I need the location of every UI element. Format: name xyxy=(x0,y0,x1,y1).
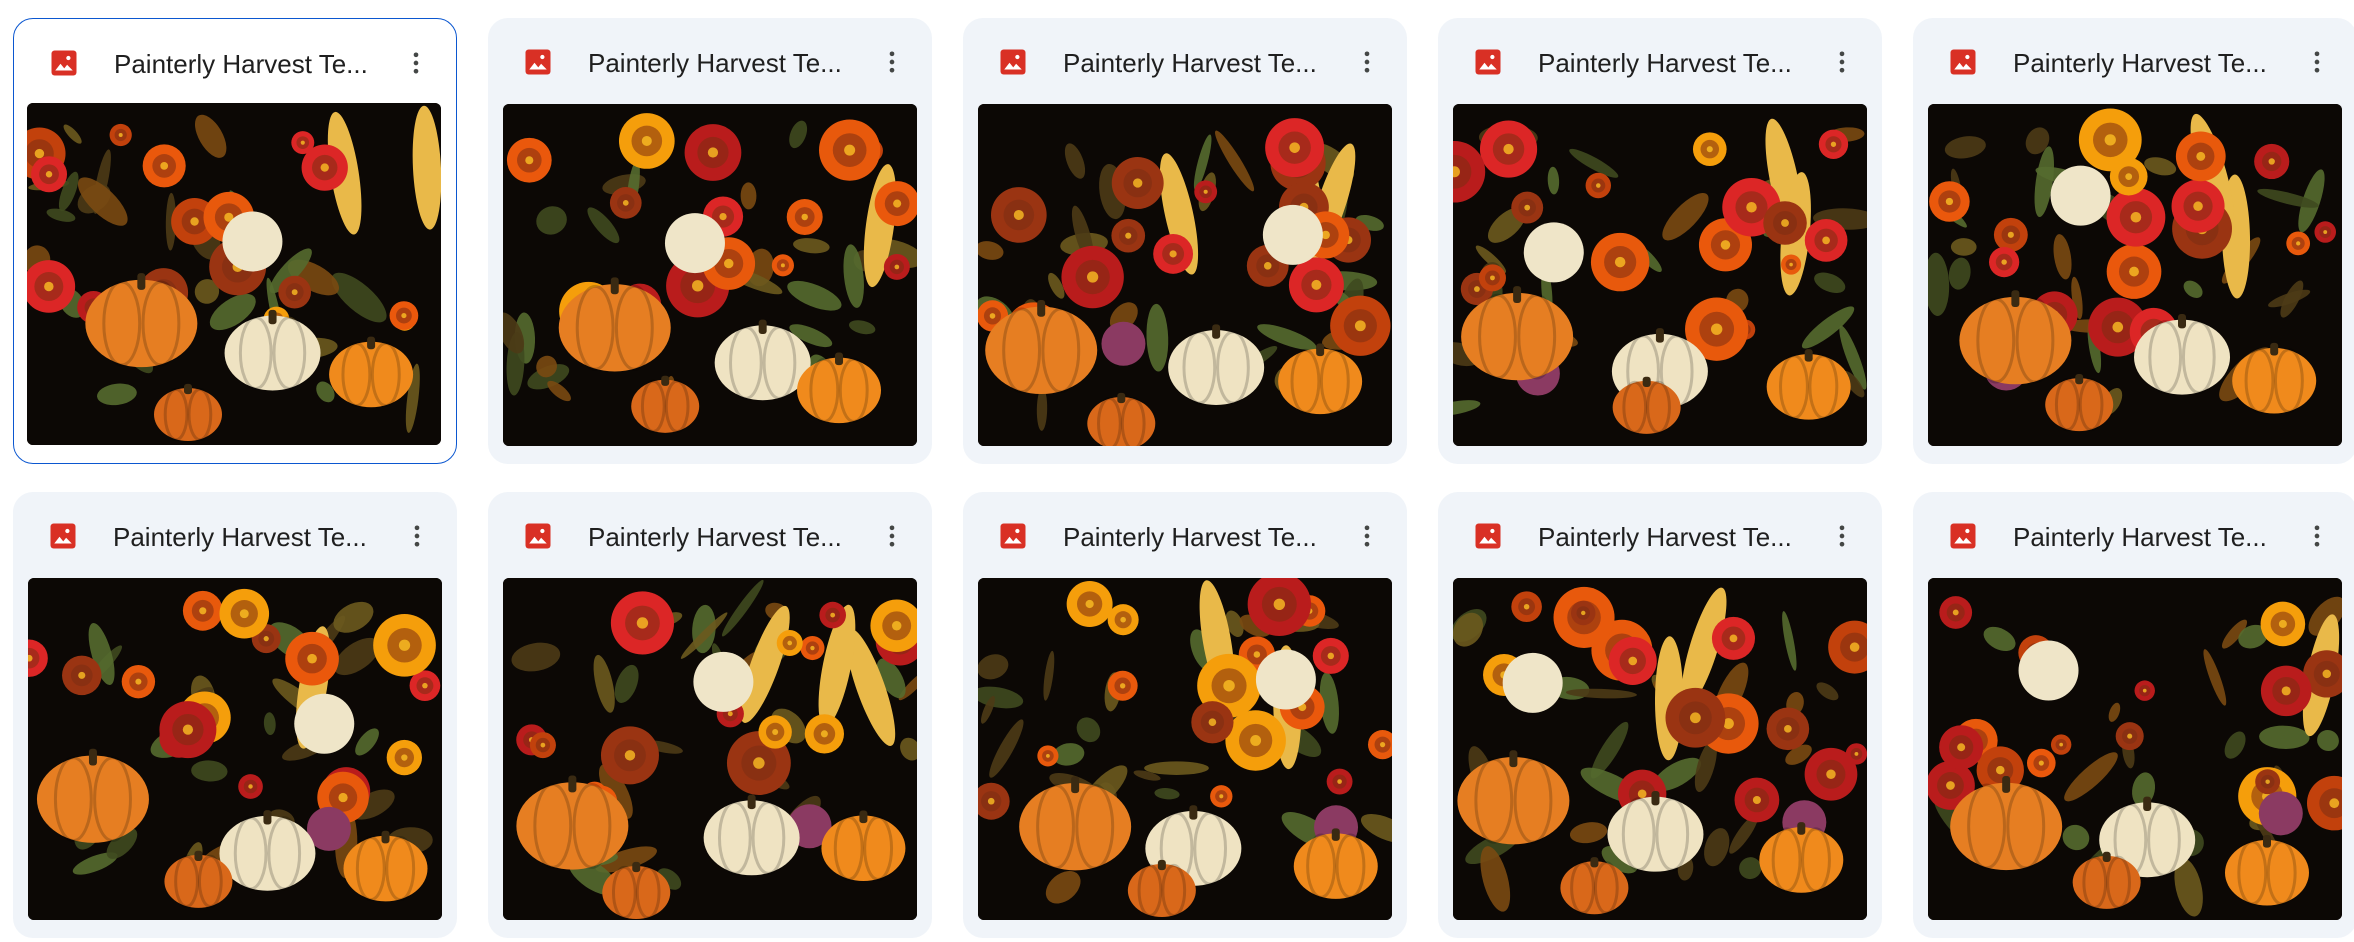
file-card-header: Painterly Harvest Te... xyxy=(1438,18,1882,106)
file-title[interactable]: Painterly Harvest Te... xyxy=(2013,46,2283,80)
more-actions-button[interactable] xyxy=(2295,40,2339,84)
file-title[interactable]: Painterly Harvest Te... xyxy=(2013,520,2283,554)
file-card[interactable]: Painterly Harvest Te... xyxy=(13,492,457,938)
more-vert-icon xyxy=(413,52,419,74)
file-card[interactable]: Painterly Harvest Te... xyxy=(13,18,457,464)
image-file-icon xyxy=(1000,523,1026,549)
file-card-header: Painterly Harvest Te... xyxy=(1438,492,1882,580)
more-vert-icon xyxy=(1364,525,1370,547)
file-title[interactable]: Painterly Harvest Te... xyxy=(1063,520,1333,554)
file-title[interactable]: Painterly Harvest Te... xyxy=(1538,46,1808,80)
file-card[interactable]: Painterly Harvest Te... xyxy=(488,18,932,464)
file-card[interactable]: Painterly Harvest Te... xyxy=(1913,492,2354,938)
more-actions-button[interactable] xyxy=(1820,514,1864,558)
thumbnail-artwork xyxy=(1928,578,2342,920)
more-vert-icon xyxy=(1364,51,1370,73)
file-title[interactable]: Painterly Harvest Te... xyxy=(588,520,858,554)
file-title[interactable]: Painterly Harvest Te... xyxy=(1063,46,1333,80)
more-actions-button[interactable] xyxy=(870,40,914,84)
thumbnail-artwork xyxy=(978,104,1392,446)
file-title[interactable]: Painterly Harvest Te... xyxy=(113,520,383,554)
more-actions-button[interactable] xyxy=(395,514,439,558)
more-actions-button[interactable] xyxy=(2295,514,2339,558)
more-vert-icon xyxy=(2314,525,2320,547)
more-vert-icon xyxy=(1839,51,1845,73)
file-card[interactable]: Painterly Harvest Te... xyxy=(963,492,1407,938)
more-vert-icon xyxy=(1839,525,1845,547)
file-card-header: Painterly Harvest Te... xyxy=(963,492,1407,580)
file-thumbnail[interactable] xyxy=(978,104,1392,446)
more-actions-button[interactable] xyxy=(394,41,438,85)
image-file-icon xyxy=(1475,523,1501,549)
file-title[interactable]: Painterly Harvest Te... xyxy=(114,47,384,81)
file-thumbnail[interactable] xyxy=(1928,578,2342,920)
file-card-header: Painterly Harvest Te... xyxy=(963,18,1407,106)
file-card-header: Painterly Harvest Te... xyxy=(488,18,932,106)
file-grid: Painterly Harvest Te... Painterly Harves… xyxy=(13,18,2354,938)
image-file-icon xyxy=(1475,49,1501,75)
file-card-header: Painterly Harvest Te... xyxy=(488,492,932,580)
thumbnail-artwork xyxy=(1453,578,1867,920)
file-thumbnail[interactable] xyxy=(978,578,1392,920)
thumbnail-artwork xyxy=(503,104,917,446)
thumbnail-artwork xyxy=(28,578,442,920)
thumbnail-artwork xyxy=(1928,104,2342,446)
file-card-header: Painterly Harvest Te... xyxy=(14,19,456,107)
more-actions-button[interactable] xyxy=(870,514,914,558)
image-file-icon xyxy=(1000,49,1026,75)
file-thumbnail[interactable] xyxy=(1453,104,1867,446)
file-thumbnail[interactable] xyxy=(28,578,442,920)
file-title[interactable]: Painterly Harvest Te... xyxy=(588,46,858,80)
file-card[interactable]: Painterly Harvest Te... xyxy=(1438,492,1882,938)
file-thumbnail[interactable] xyxy=(503,578,917,920)
image-file-icon xyxy=(51,50,77,76)
thumbnail-artwork xyxy=(503,578,917,920)
image-file-icon xyxy=(525,49,551,75)
file-thumbnail[interactable] xyxy=(27,103,441,445)
more-actions-button[interactable] xyxy=(1345,514,1389,558)
image-file-icon xyxy=(1950,523,1976,549)
file-card[interactable]: Painterly Harvest Te... xyxy=(963,18,1407,464)
file-card[interactable]: Painterly Harvest Te... xyxy=(1438,18,1882,464)
more-vert-icon xyxy=(2314,51,2320,73)
thumbnail-artwork xyxy=(978,578,1392,920)
file-card-header: Painterly Harvest Te... xyxy=(1913,492,2354,580)
file-card[interactable]: Painterly Harvest Te... xyxy=(488,492,932,938)
more-actions-button[interactable] xyxy=(1820,40,1864,84)
file-thumbnail[interactable] xyxy=(1928,104,2342,446)
file-title[interactable]: Painterly Harvest Te... xyxy=(1538,520,1808,554)
file-thumbnail[interactable] xyxy=(1453,578,1867,920)
image-file-icon xyxy=(1950,49,1976,75)
file-card-header: Painterly Harvest Te... xyxy=(1913,18,2354,106)
more-vert-icon xyxy=(889,51,895,73)
image-file-icon xyxy=(525,523,551,549)
thumbnail-artwork xyxy=(1453,104,1867,446)
file-thumbnail[interactable] xyxy=(503,104,917,446)
more-actions-button[interactable] xyxy=(1345,40,1389,84)
more-vert-icon xyxy=(414,525,420,547)
more-vert-icon xyxy=(889,525,895,547)
image-file-icon xyxy=(50,523,76,549)
file-card[interactable]: Painterly Harvest Te... xyxy=(1913,18,2354,464)
file-card-header: Painterly Harvest Te... xyxy=(13,492,457,580)
thumbnail-artwork xyxy=(27,103,441,445)
